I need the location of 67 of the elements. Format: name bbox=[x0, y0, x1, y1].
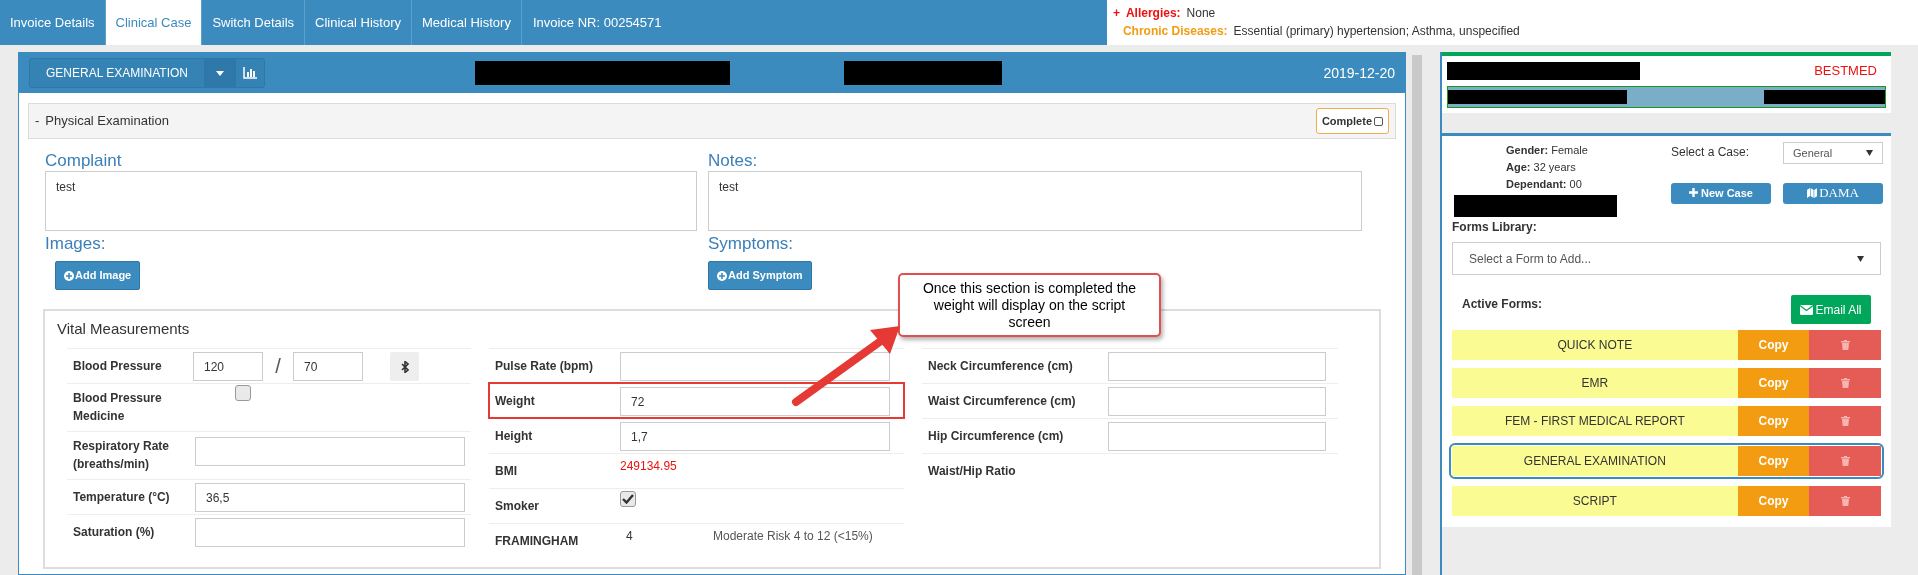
new-case-button[interactable]: New Case bbox=[1671, 182, 1771, 204]
field-label: FRAMINGHAM bbox=[495, 533, 580, 550]
panel-title: Vital Measurements bbox=[57, 320, 190, 337]
tab[interactable]: Invoice Details bbox=[0, 0, 106, 45]
form-name[interactable]: EMR bbox=[1452, 368, 1738, 398]
field-label: Complaint bbox=[45, 151, 123, 171]
alert-label: Chronic Diseases: bbox=[1122, 23, 1228, 40]
field-label: Symptoms: bbox=[708, 233, 795, 255]
insurer-name: BESTMED bbox=[1814, 62, 1877, 81]
tab[interactable]: Medical History bbox=[412, 0, 522, 45]
expand-toggle[interactable]: + bbox=[1112, 4, 1120, 22]
field-label: Hip Circumference (cm) bbox=[928, 428, 1065, 445]
tab[interactable]: Clinical Case bbox=[105, 0, 203, 45]
alert-label: Allergies: bbox=[1125, 5, 1181, 22]
notes-field[interactable]: test bbox=[708, 171, 1362, 231]
systolic-field[interactable]: 120 bbox=[193, 352, 263, 381]
field-label: Select a Case: bbox=[1671, 144, 1751, 161]
tab[interactable]: Switch Details bbox=[202, 0, 306, 45]
invoice-number: Invoice NR: 00254571 bbox=[531, 13, 663, 32]
patient-detail: Age: 32 years bbox=[1505, 160, 1577, 175]
bmi-value: 249134.95 bbox=[620, 458, 677, 475]
field-label: Waist/Hip Ratio bbox=[928, 463, 1017, 480]
field-label: Waist Circumference (cm) bbox=[928, 393, 1077, 410]
field-label: Blood Pressure Medicine bbox=[73, 390, 163, 425]
field-label: Saturation (%) bbox=[73, 524, 156, 541]
date-label: 2019-12-20 bbox=[1323, 63, 1395, 83]
form-name[interactable]: QUICK NOTE bbox=[1452, 330, 1738, 360]
input-field[interactable]: 36,5 bbox=[195, 483, 465, 512]
form-select-button[interactable]: GENERAL EXAMINATION bbox=[29, 58, 206, 88]
field-label: Weight bbox=[495, 393, 536, 410]
add-image-button[interactable]: Add Image bbox=[55, 261, 141, 290]
form-name[interactable]: FEM - FIRST MEDICAL REPORT bbox=[1452, 406, 1738, 436]
complaint-field[interactable]: test bbox=[45, 171, 697, 231]
risk-note: Moderate Risk 4 to 12 (<15%) bbox=[713, 528, 873, 545]
input-field[interactable]: 72 bbox=[620, 387, 890, 416]
form-name[interactable]: SCRIPT bbox=[1452, 486, 1738, 516]
section-title: Physical Examination bbox=[45, 112, 169, 131]
field-label: Smoker bbox=[495, 498, 541, 515]
complete-button[interactable]: Complete bbox=[1315, 108, 1389, 134]
add-symptom-button[interactable]: Add Symptom bbox=[708, 261, 812, 290]
form-name[interactable]: GENERAL EXAMINATION bbox=[1452, 446, 1738, 476]
email-all-button[interactable]: Email All bbox=[1791, 295, 1871, 324]
patient-detail: Gender: Female bbox=[1505, 143, 1589, 158]
tab[interactable]: Clinical History bbox=[305, 0, 413, 45]
separator: / bbox=[274, 354, 282, 379]
callout: Once this section is completed the weight will display on the script screen bbox=[898, 273, 1161, 337]
diastolic-field[interactable]: 70 bbox=[293, 352, 363, 381]
collapse-toggle[interactable]: - bbox=[35, 111, 40, 131]
patient-detail: Dependant: 00 bbox=[1505, 177, 1583, 192]
alert-value: Essential (primary) hypertension; Asthma, unspecified bbox=[1233, 23, 1520, 40]
input-field[interactable]: 1,7 bbox=[620, 422, 890, 451]
form-select[interactable]: Select a Form to Add... bbox=[1452, 242, 1881, 275]
field-label: Notes: bbox=[708, 151, 759, 171]
field-label: Neck Circumference (cm) bbox=[928, 358, 1074, 375]
alert-value: None bbox=[1186, 5, 1216, 22]
field-label: Temperature (°C) bbox=[73, 489, 171, 506]
field-label: Height bbox=[495, 428, 534, 445]
field-label: Images: bbox=[45, 233, 107, 255]
dama-button[interactable]: DAMA bbox=[1783, 182, 1883, 204]
field-label: Pulse Rate (bpm) bbox=[495, 358, 594, 375]
section-label: Active Forms: bbox=[1461, 296, 1543, 313]
field-label: BMI bbox=[495, 463, 518, 480]
score-value: 4 bbox=[625, 528, 634, 545]
case-select[interactable]: General bbox=[1783, 142, 1883, 164]
field-label: Forms Library: bbox=[1452, 219, 1538, 236]
field-label: Respiratory Rate (breaths/min) bbox=[73, 438, 171, 473]
field-label: Blood Pressure bbox=[73, 358, 163, 375]
